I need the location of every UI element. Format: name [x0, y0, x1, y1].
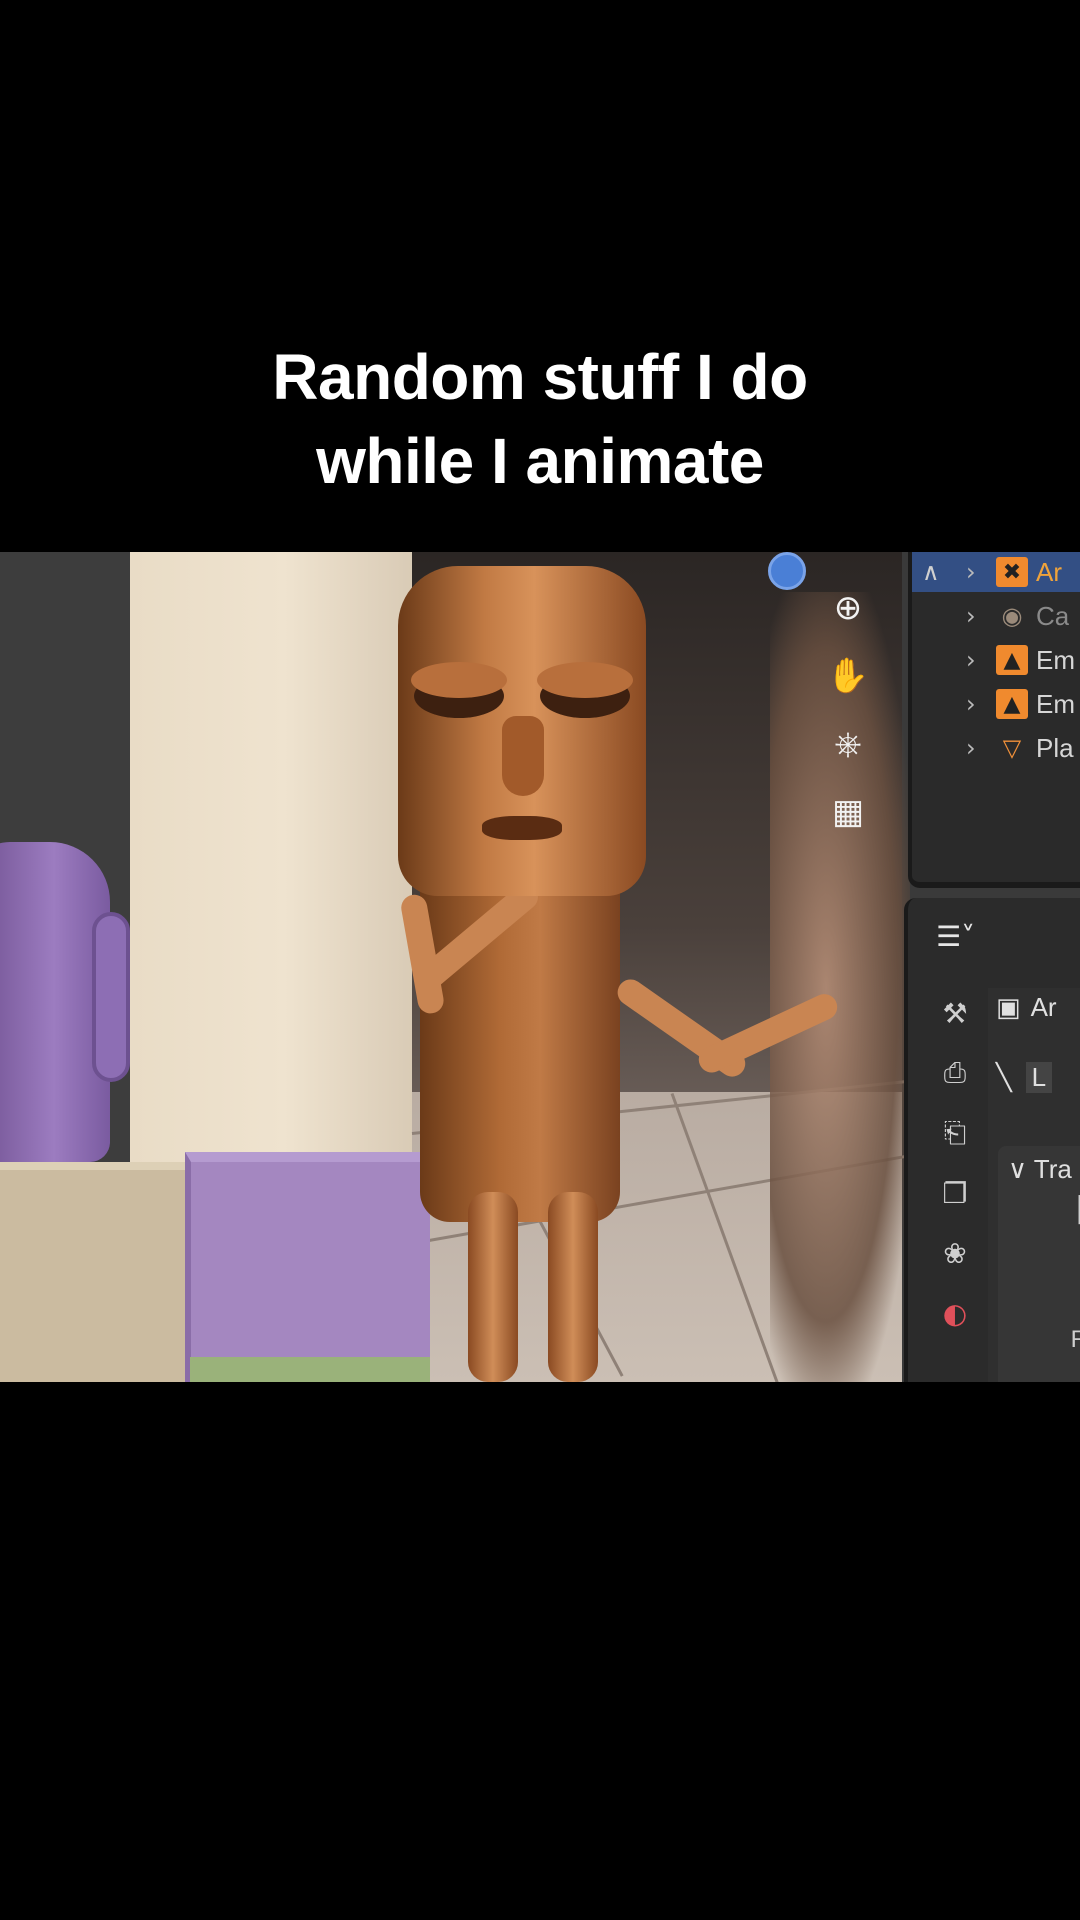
image-empty-icon: ▲	[996, 645, 1028, 675]
chevron-down-icon: ∨	[1008, 1155, 1028, 1185]
video-caption: Random stuff I do while I animate	[0, 335, 1080, 503]
rotation-field-label[interactable]: R	[1071, 1326, 1080, 1354]
hand-pan-icon[interactable]: ✋	[822, 650, 874, 702]
output-icon[interactable]: ⎗	[932, 1110, 978, 1156]
outliner-row-plane[interactable]: › ▽ Pla	[912, 728, 1080, 768]
bone-row[interactable]: ╲ L	[996, 1062, 1053, 1093]
character-head	[398, 566, 646, 896]
transform-panel: ∨ Tra │ R	[998, 1146, 1080, 1382]
chevron-right-icon[interactable]: ›	[966, 646, 996, 674]
character-body	[420, 872, 620, 1222]
character-leg-left	[468, 1192, 518, 1382]
render-icon[interactable]: ⎙	[932, 1050, 978, 1096]
outliner-row-empty-1[interactable]: › ▲ Em	[912, 640, 1080, 680]
transform-header-label: Tra	[1033, 1154, 1072, 1184]
caption-line-1: Random stuff I do	[272, 341, 808, 413]
grid-view-icon[interactable]: ▦	[822, 786, 874, 838]
view-layer-icon[interactable]: ❐	[932, 1170, 978, 1216]
outliner-panel: ∧ › ✖ Ar › ◉ Ca › ▲ Em › ▲ Em › ▽ Pla	[908, 552, 1080, 888]
mesh-plane-icon: ▽	[1002, 734, 1022, 762]
image-empty-icon: ▲	[996, 689, 1028, 719]
outliner-row-label: Ar	[1036, 556, 1062, 587]
viewport-navigation-tools: ⊕ ✋ ⎈ ▦	[822, 582, 882, 854]
tan-box-model	[0, 1162, 185, 1382]
zoom-icon[interactable]: ⊕	[822, 582, 874, 634]
character-eyelid-right	[537, 662, 633, 698]
chevron-right-icon[interactable]: ›	[966, 690, 996, 718]
object-name-row[interactable]: ▣ Ar	[996, 992, 1057, 1023]
outliner-row-empty-2[interactable]: › ▲ Em	[912, 684, 1080, 724]
outliner-row-label: Ca	[1036, 600, 1070, 631]
object-name-label: Ar	[1030, 992, 1057, 1022]
green-box-stripe	[190, 1357, 430, 1382]
properties-panel: ☰˅ ⚒ ⎙ ⎗ ❐ ❀ ◐ ▣ Ar ╲ L ∨ Tra │	[904, 898, 1080, 1382]
chevron-right-icon[interactable]: ›	[966, 558, 996, 586]
bone-name-field[interactable]: L	[1025, 1062, 1053, 1093]
purple-box-model	[185, 1152, 430, 1382]
outliner-row-label: Em	[1036, 644, 1075, 675]
bone-icon: ╲	[996, 1062, 1012, 1093]
object-icon: ▣	[996, 992, 1021, 1023]
outliner-row-label: Pla	[1036, 732, 1074, 763]
restrict-toggle-icon[interactable]: ∧	[922, 558, 940, 586]
properties-content: ▣ Ar ╲ L ∨ Tra │ R	[988, 988, 1080, 1382]
video-frame: ⊕ ✋ ⎈ ▦ ∧ › ✖ Ar › ◉ Ca › ▲ Em › ▲ Em › …	[0, 552, 1080, 1382]
properties-tabs: ⚒ ⎙ ⎗ ❐ ❀ ◐	[932, 990, 978, 1350]
tool-icon[interactable]: ⚒	[932, 990, 978, 1036]
transform-field-marker: │	[1073, 1196, 1080, 1224]
navigation-gizmo-dot[interactable]	[768, 552, 806, 590]
robot-headphone	[92, 912, 130, 1082]
character-nose	[502, 716, 544, 796]
camera-view-icon[interactable]: ⎈	[822, 718, 874, 770]
chevron-right-icon[interactable]: ›	[966, 602, 996, 630]
outliner-row-label: Em	[1036, 688, 1075, 719]
outliner-row-camera[interactable]: › ◉ Ca	[912, 596, 1080, 636]
chevron-right-icon[interactable]: ›	[966, 734, 996, 762]
camera-icon: ◉	[1001, 602, 1023, 630]
caption-line-2: while I animate	[316, 425, 764, 497]
outliner-row-armature[interactable]: ∧ › ✖ Ar	[912, 552, 1080, 592]
scene-icon[interactable]: ❀	[932, 1230, 978, 1276]
character-mouth	[482, 816, 562, 840]
armature-icon: ✖	[996, 557, 1028, 587]
world-icon[interactable]: ◐	[932, 1290, 978, 1336]
character-eyelid-left	[411, 662, 507, 698]
editor-type-dropdown[interactable]: ☰˅	[936, 920, 975, 953]
transform-panel-header[interactable]: ∨ Tra	[1008, 1154, 1072, 1185]
character-leg-right	[548, 1192, 598, 1382]
